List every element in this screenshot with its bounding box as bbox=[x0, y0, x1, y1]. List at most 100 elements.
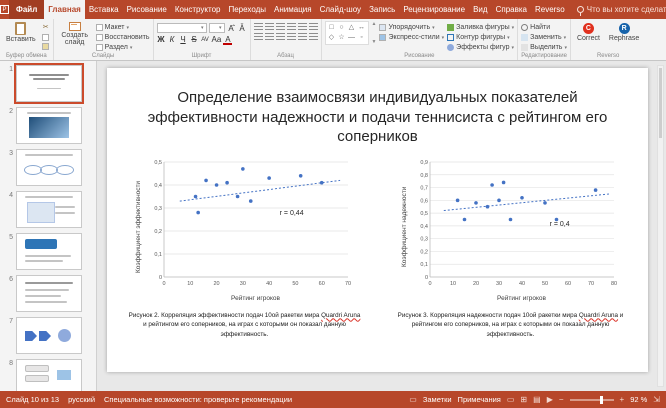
slide-thumbnail-3[interactable] bbox=[16, 149, 82, 186]
strikethrough-button[interactable]: S bbox=[190, 35, 199, 44]
tab-home[interactable]: Главная bbox=[44, 0, 85, 19]
gallery-up-icon[interactable]: ▲ bbox=[372, 21, 377, 27]
scatter-chart-reliability[interactable]: 00,10,20,30,40,50,60,70,80,9010203040506… bbox=[408, 157, 620, 297]
smartart-convert-icon[interactable] bbox=[309, 33, 318, 41]
slide-sorter-view-icon[interactable]: ⊞ bbox=[520, 395, 527, 404]
font-size-input[interactable]: ▾ bbox=[209, 23, 225, 33]
ellipse-shape-icon[interactable]: ○ bbox=[337, 23, 347, 33]
diamond-shape-icon[interactable]: ◇ bbox=[327, 33, 337, 43]
triangle-shape-icon[interactable]: △ bbox=[347, 23, 357, 33]
language-indicator[interactable]: русский bbox=[68, 395, 95, 404]
chart-reliability[interactable]: Коэффициент надежности 00,10,20,30,40,50… bbox=[391, 157, 631, 340]
font-color-button[interactable]: А bbox=[223, 35, 232, 44]
slide-thumbnail-1[interactable] bbox=[16, 65, 82, 102]
paste-button[interactable]: Вставить bbox=[3, 21, 39, 44]
rectangle-shape-icon[interactable]: □ bbox=[327, 23, 337, 33]
zoom-out-icon[interactable]: − bbox=[559, 395, 564, 404]
tab-record[interactable]: Запись bbox=[365, 0, 399, 19]
shape-outline-button[interactable]: Контур фигуры ▾ bbox=[447, 33, 514, 42]
select-button[interactable]: Выделить ▾ bbox=[521, 43, 567, 52]
gallery-scroll[interactable]: ▲ ▼ bbox=[372, 21, 377, 45]
reading-view-icon[interactable]: ▤ bbox=[533, 395, 541, 404]
justify-icon[interactable] bbox=[287, 33, 296, 41]
character-spacing-button[interactable]: AV bbox=[201, 37, 210, 43]
circle-shape-icon[interactable]: ◦ bbox=[357, 33, 367, 43]
align-center-icon[interactable] bbox=[265, 33, 274, 41]
text-direction-icon[interactable] bbox=[298, 23, 307, 31]
replace-button[interactable]: Заменить ▾ bbox=[521, 33, 567, 42]
underline-button[interactable]: Ч bbox=[179, 35, 188, 44]
zoom-level[interactable]: 92 % bbox=[630, 395, 647, 404]
change-case-button[interactable]: Аа bbox=[212, 35, 222, 44]
slide-title[interactable]: Определение взаимосвязи индивидуальных п… bbox=[143, 88, 613, 147]
normal-view-icon[interactable]: ▭ bbox=[507, 395, 515, 404]
decrease-indent-icon[interactable] bbox=[276, 23, 285, 31]
scatter-chart-effectiveness[interactable]: 00,10,20,30,40,5010203040506070r = 0,44 bbox=[142, 157, 354, 297]
section-button[interactable]: Раздел ▾ bbox=[96, 43, 150, 52]
svg-text:0: 0 bbox=[428, 281, 431, 287]
arrange-button[interactable]: Упорядочить ▾ bbox=[379, 23, 444, 32]
vertical-scrollbar[interactable] bbox=[657, 65, 664, 387]
reverso-rephrase-button[interactable]: R Rephrase bbox=[606, 21, 642, 42]
scrollbar-thumb[interactable] bbox=[659, 68, 662, 138]
reverso-correct-button[interactable]: C Correct bbox=[574, 21, 603, 42]
shape-effects-button[interactable]: Эффекты фигур ▾ bbox=[447, 43, 514, 52]
grow-font-button[interactable]: А̂ bbox=[227, 24, 236, 33]
align-left-icon[interactable] bbox=[254, 33, 263, 41]
comments-button[interactable]: Примечания bbox=[458, 395, 501, 404]
tab-animations[interactable]: Анимация bbox=[270, 0, 316, 19]
tab-help[interactable]: Справка bbox=[492, 0, 531, 19]
current-slide[interactable]: Определение взаимосвязи индивидуальных п… bbox=[107, 68, 648, 372]
tab-design[interactable]: Конструктор bbox=[171, 0, 225, 19]
format-painter-icon[interactable] bbox=[42, 43, 49, 50]
layout-button[interactable]: Макет ▾ bbox=[96, 23, 150, 32]
slide-thumbnail-8[interactable] bbox=[16, 359, 82, 391]
tab-draw[interactable]: Рисование bbox=[123, 0, 171, 19]
y-axis-label: Коэффициент эффективности bbox=[135, 171, 142, 283]
tell-me-search[interactable]: Что вы хотите сделать? bbox=[577, 0, 666, 19]
reset-button[interactable]: Восстановить bbox=[96, 33, 150, 42]
svg-text:50: 50 bbox=[292, 281, 298, 287]
notes-button[interactable]: Заметки bbox=[423, 395, 452, 404]
increase-indent-icon[interactable] bbox=[287, 23, 296, 31]
line-spacing-icon[interactable] bbox=[309, 23, 318, 31]
zoom-in-icon[interactable]: + bbox=[620, 395, 625, 404]
tab-reverso[interactable]: Reverso bbox=[531, 0, 569, 19]
tab-transitions[interactable]: Переходы bbox=[224, 0, 270, 19]
gallery-down-icon[interactable]: ▼ bbox=[372, 39, 377, 45]
accessibility-checker[interactable]: Специальные возможности: проверьте реком… bbox=[104, 395, 292, 404]
chart-effectiveness[interactable]: Коэффициент эффективности 00,10,20,30,40… bbox=[125, 157, 365, 340]
shapes-gallery[interactable]: □ ○ △ ↔ ◇ ☆ — ◦ bbox=[325, 21, 369, 45]
shrink-font-button[interactable]: А̌ bbox=[238, 24, 247, 33]
quick-styles-button[interactable]: Экспресс-стили ▾ bbox=[379, 33, 444, 42]
columns-icon[interactable] bbox=[298, 33, 307, 41]
bold-button[interactable]: Ж bbox=[157, 35, 166, 44]
tab-insert[interactable]: Вставка bbox=[85, 0, 123, 19]
slide-thumbnail-5[interactable] bbox=[16, 233, 82, 270]
bullets-icon[interactable] bbox=[254, 23, 263, 31]
slide-thumbnail-6[interactable] bbox=[16, 275, 82, 312]
numbering-icon[interactable] bbox=[265, 23, 274, 31]
new-slide-button[interactable]: Создать слайд bbox=[57, 21, 93, 48]
font-name-input[interactable]: ▾ bbox=[157, 23, 207, 33]
italic-button[interactable]: К bbox=[168, 35, 177, 44]
star-shape-icon[interactable]: ☆ bbox=[337, 33, 347, 43]
tab-slideshow[interactable]: Слайд-шоу bbox=[316, 0, 365, 19]
tab-view[interactable]: Вид bbox=[469, 0, 491, 19]
zoom-slider[interactable] bbox=[570, 399, 614, 401]
arrow-shape-icon[interactable]: ↔ bbox=[357, 23, 367, 33]
zoom-slider-thumb[interactable] bbox=[600, 396, 603, 404]
align-right-icon[interactable] bbox=[276, 33, 285, 41]
cut-icon[interactable]: ✂ bbox=[42, 24, 50, 32]
shape-fill-button[interactable]: Заливка фигуры ▾ bbox=[447, 23, 514, 32]
slide-thumbnail-2[interactable] bbox=[16, 107, 82, 144]
line-shape-icon[interactable]: — bbox=[347, 33, 357, 43]
slideshow-view-icon[interactable]: ▶ bbox=[547, 395, 553, 404]
tab-file[interactable]: Файл bbox=[9, 0, 44, 19]
slide-thumbnail-4[interactable] bbox=[16, 191, 82, 228]
fit-to-window-icon[interactable]: ⇲ bbox=[653, 395, 660, 404]
slide-thumbnail-7[interactable] bbox=[16, 317, 82, 354]
copy-icon[interactable] bbox=[42, 34, 49, 41]
find-button[interactable]: Найти bbox=[521, 23, 567, 32]
tab-review[interactable]: Рецензирование bbox=[399, 0, 469, 19]
